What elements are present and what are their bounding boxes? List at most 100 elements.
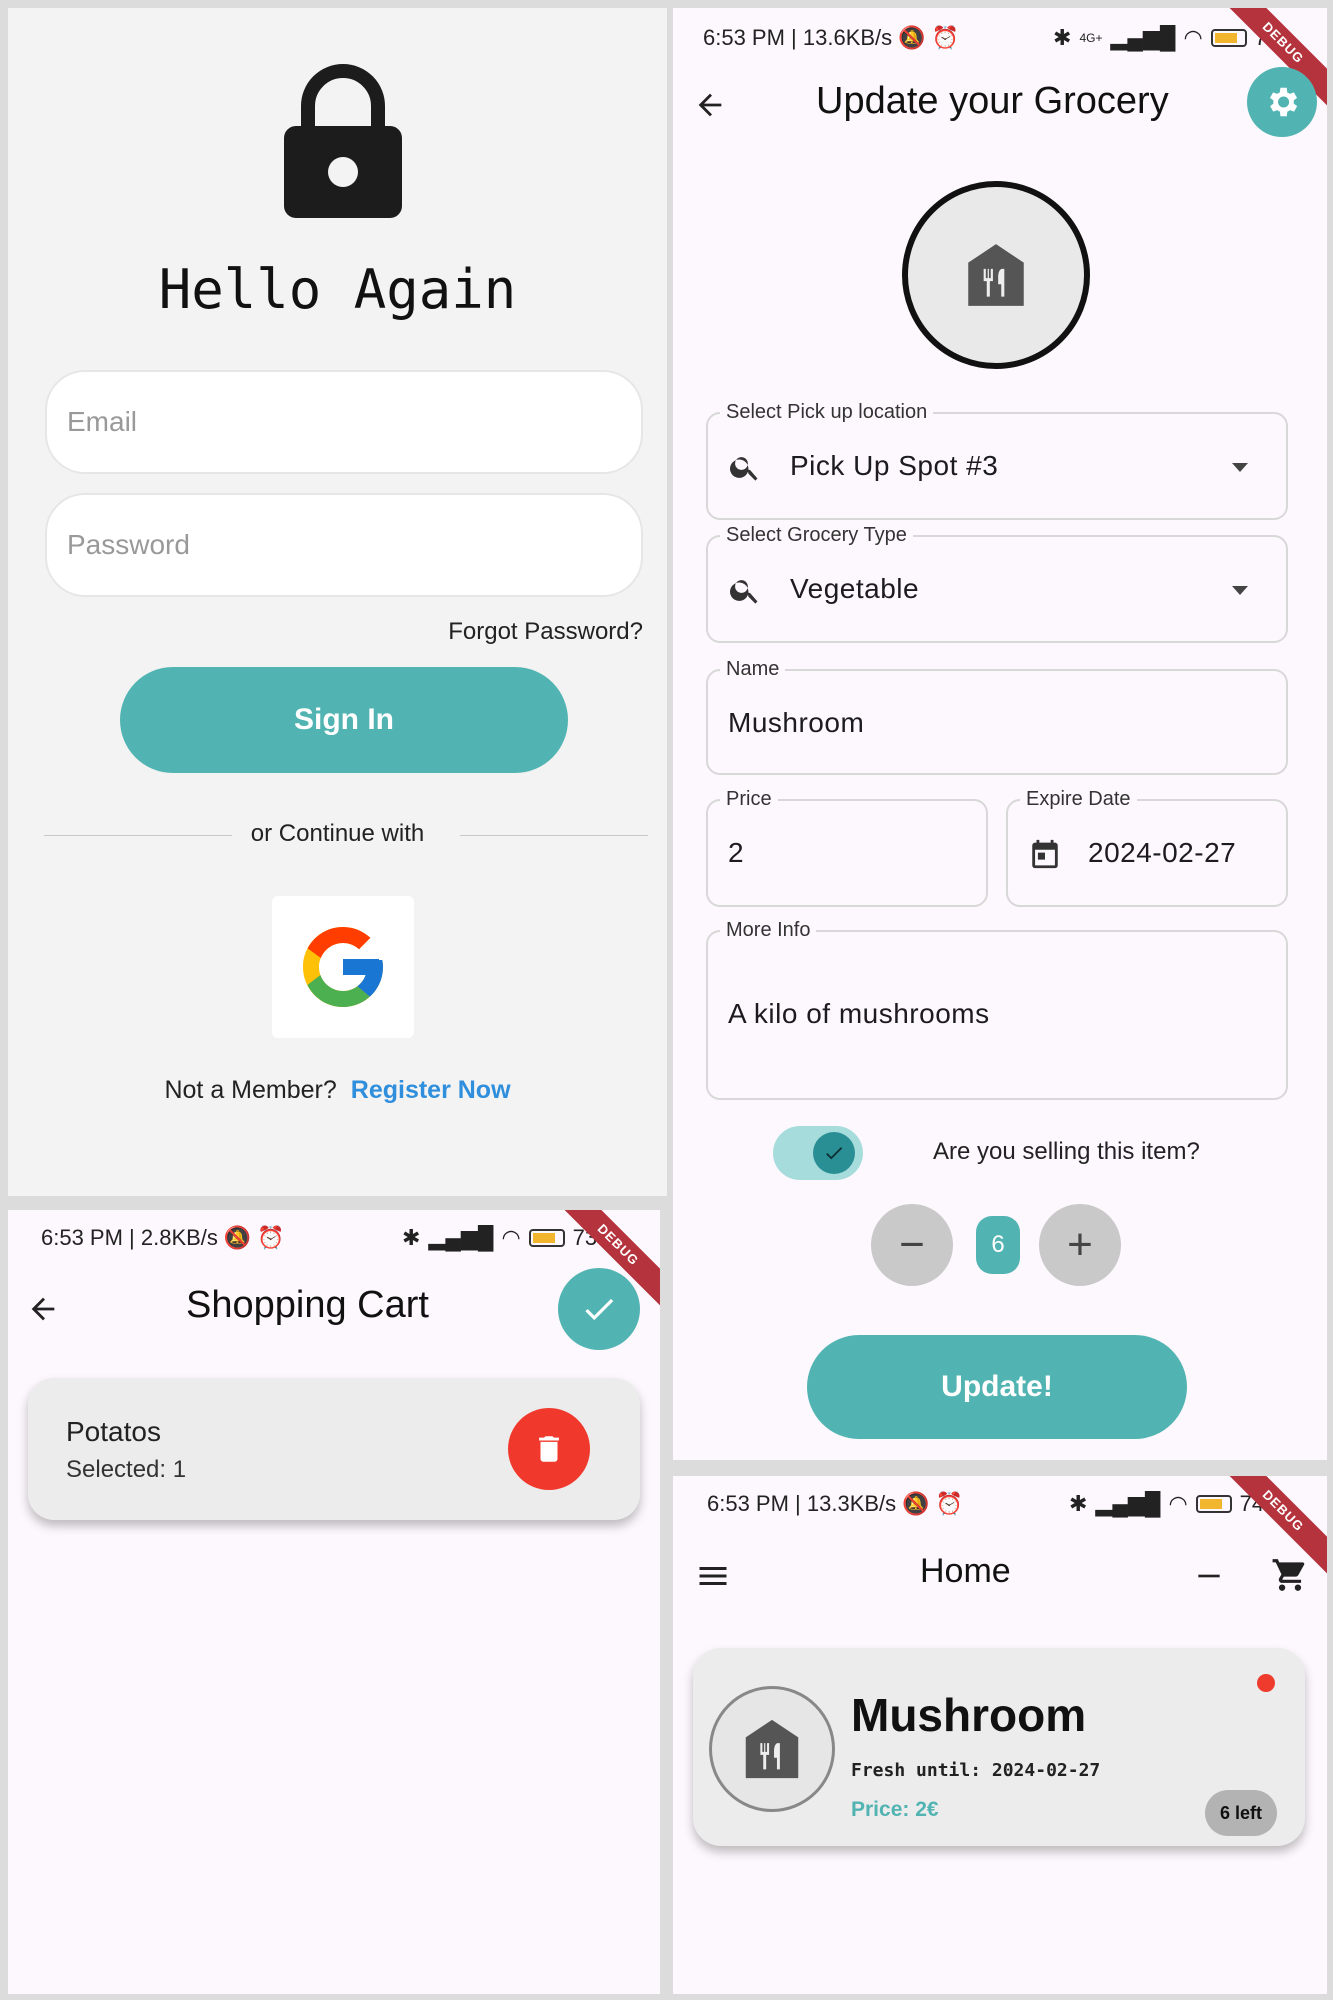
selling-toggle[interactable]: [773, 1126, 863, 1180]
password-placeholder: Password: [67, 529, 190, 560]
email-placeholder: Email: [67, 406, 138, 437]
page-title: Update your Grocery: [816, 80, 1169, 122]
pickup-value: Pick Up Spot #3: [790, 450, 999, 481]
cart-icon[interactable]: [1271, 1556, 1309, 1594]
confirm-button[interactable]: [558, 1268, 640, 1350]
update-grocery-screen: 6:53 PM | 13.6KB/s 🔕 ⏰ ✱ 4G+ ▂▄▆█ ◠ 74 D…: [673, 8, 1327, 1460]
restaurant-house-icon: [968, 244, 1024, 306]
grocery-avatar[interactable]: [902, 181, 1090, 369]
grocery-type-select[interactable]: Select Grocery Type Vegetable: [706, 523, 1288, 643]
expire-label: Expire Date: [1020, 787, 1137, 811]
trash-icon: [539, 1436, 559, 1462]
delete-item-button[interactable]: [508, 1408, 590, 1490]
mute-icon: 🔕: [902, 1491, 930, 1516]
check-icon: [826, 1147, 843, 1160]
bluetooth-icon: ✱: [402, 1225, 421, 1250]
more-info-value: A kilo of mushrooms: [728, 998, 990, 1029]
battery-icon: [1210, 29, 1247, 47]
more-info-label: More Info: [720, 918, 817, 942]
mute-icon: 🔕: [898, 25, 926, 50]
status-bar: 6:53 PM | 13.6KB/s 🔕 ⏰ ✱ 4G+ ▂▄▆█ ◠ 74: [673, 14, 1327, 62]
bluetooth-icon: ✱: [1053, 25, 1072, 50]
check-icon: [585, 1298, 614, 1321]
status-bar: 6:53 PM | 2.8KB/s 🔕 ⏰ ✱ ▂▄▆█ ◠ 73: [8, 1214, 660, 1262]
back-arrow-icon[interactable]: [26, 1292, 60, 1326]
back-arrow-icon[interactable]: [693, 88, 727, 122]
plus-icon: +: [1067, 1220, 1093, 1269]
shopping-cart-screen: 6:53 PM | 2.8KB/s 🔕 ⏰ ✱ ▂▄▆█ ◠ 73 DEBUG …: [8, 1210, 660, 1994]
google-icon: [303, 927, 383, 1007]
price-label: Price: [720, 787, 778, 811]
home-screen: 6:53 PM | 13.3KB/s 🔕 ⏰ ✱ ▂▄▆█ ◠ 74 DEBUG…: [673, 1476, 1327, 1994]
pickup-location-select[interactable]: Select Pick up location Pick Up Spot #3: [706, 400, 1288, 520]
toggle-thumb: [813, 1132, 855, 1174]
name-field[interactable]: Name Mushroom: [706, 657, 1288, 775]
selling-question: Are you selling this item?: [933, 1138, 1200, 1165]
alarm-icon: ⏰: [935, 1491, 963, 1516]
grocery-price: Price: 2€: [851, 1798, 939, 1821]
settings-button[interactable]: [1247, 67, 1317, 137]
sign-in-label: Sign In: [294, 703, 394, 736]
signal-icon: ▂▄▆█: [428, 1225, 494, 1250]
status-dot: [1257, 1674, 1275, 1692]
status-bar: 6:53 PM | 13.3KB/s 🔕 ⏰ ✱ ▂▄▆█ ◠ 74: [673, 1480, 1327, 1528]
signal-icon: ▂▄▆█: [1110, 25, 1176, 50]
wifi-icon: ◠: [1183, 25, 1203, 50]
expire-date-field[interactable]: Expire Date 2024-02-27: [1006, 787, 1288, 907]
bluetooth-icon: ✱: [1069, 1491, 1088, 1516]
mute-icon: 🔕: [223, 1225, 252, 1250]
increase-quantity-button[interactable]: +: [1039, 1204, 1121, 1286]
fresh-until: Fresh until: 2024-02-27: [851, 1760, 1101, 1781]
update-label: Update!: [941, 1370, 1053, 1403]
menu-icon[interactable]: [695, 1558, 731, 1594]
google-signin-button[interactable]: [272, 896, 414, 1038]
minus-icon[interactable]: [1193, 1560, 1225, 1592]
alarm-icon: ⏰: [257, 1225, 285, 1250]
network-label: 4G+: [1079, 31, 1103, 45]
grocery-card[interactable]: Mushroom Fresh until: 2024-02-27 Price: …: [693, 1648, 1305, 1846]
sign-in-button[interactable]: Sign In: [120, 667, 568, 773]
name-value: Mushroom: [728, 707, 865, 738]
page-title: Home: [920, 1552, 1011, 1590]
dropdown-caret-icon: [1232, 463, 1248, 472]
status-time: 6:53 PM | 13.6KB/s: [703, 25, 893, 50]
price-value: 2: [728, 837, 745, 868]
signal-icon: ▂▄▆█: [1095, 1491, 1161, 1516]
minus-icon: −: [899, 1220, 925, 1269]
cart-item-card[interactable]: Potatos Selected: 1: [28, 1378, 640, 1520]
grocery-type-label: Select Grocery Type: [720, 523, 913, 547]
or-continue-text: or Continue with: [250, 820, 425, 847]
page-title: Shopping Cart: [186, 1284, 429, 1326]
dropdown-caret-icon: [1232, 586, 1248, 595]
restaurant-house-icon: [745, 1719, 799, 1779]
more-info-field[interactable]: More Info A kilo of mushrooms: [706, 918, 1288, 1100]
decrease-quantity-button[interactable]: −: [871, 1204, 953, 1286]
forgot-password-link[interactable]: Forgot Password?: [448, 618, 643, 646]
register-row: Not a Member? Register Now: [8, 1076, 667, 1105]
grocery-name: Mushroom: [851, 1689, 1087, 1741]
grocery-avatar: [709, 1686, 835, 1812]
battery-icon: [528, 1229, 565, 1247]
alarm-icon: ⏰: [931, 25, 959, 50]
search-icon: [730, 457, 758, 481]
email-input[interactable]: Email: [45, 370, 643, 474]
wifi-icon: ◠: [1168, 1491, 1188, 1516]
cart-item-selected: Selected: 1: [66, 1456, 187, 1483]
expire-value: 2024-02-27: [1088, 837, 1237, 868]
status-time: 6:53 PM | 13.3KB/s: [707, 1491, 897, 1516]
quantity-value: 6: [976, 1216, 1020, 1274]
battery-icon: [1195, 1495, 1232, 1513]
update-button[interactable]: Update!: [807, 1335, 1187, 1439]
password-input[interactable]: Password: [45, 493, 643, 597]
cart-item-name: Potatos: [66, 1416, 161, 1447]
not-member-text: Not a Member?: [164, 1076, 337, 1104]
name-label: Name: [720, 657, 786, 681]
pickup-label: Select Pick up location: [720, 400, 934, 424]
gear-icon: [1269, 87, 1298, 117]
status-time: 6:53 PM | 2.8KB/s: [41, 1225, 218, 1250]
price-field[interactable]: Price 2: [706, 787, 988, 907]
wifi-icon: ◠: [501, 1225, 521, 1250]
calendar-icon: [1032, 839, 1058, 869]
stock-left-badge: 6 left: [1205, 1790, 1277, 1836]
register-now-link[interactable]: Register Now: [351, 1076, 511, 1104]
